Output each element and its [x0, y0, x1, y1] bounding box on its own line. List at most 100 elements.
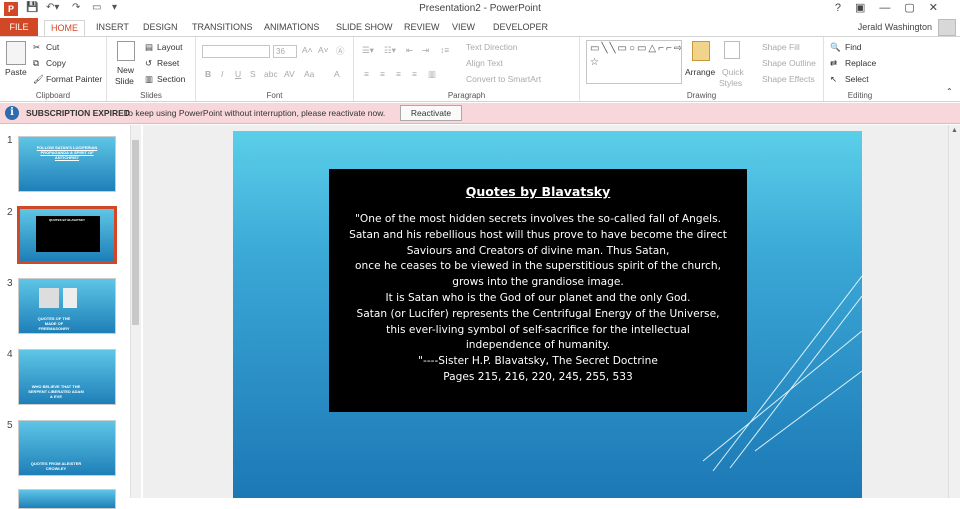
- decrease-indent-icon[interactable]: ⇤: [406, 45, 413, 56]
- text-direction-button[interactable]: Text Direction: [466, 42, 518, 52]
- reactivate-button[interactable]: Reactivate: [400, 105, 462, 121]
- tab-insert[interactable]: INSERT: [96, 20, 129, 37]
- shape-outline-button[interactable]: Shape Outline: [762, 58, 816, 68]
- format-painter-button[interactable]: Format Painter: [46, 74, 102, 84]
- tab-view[interactable]: VIEW: [452, 20, 475, 37]
- slide-thumbnail-2[interactable]: QUOTES BY BLAVATSKY: [17, 206, 117, 264]
- bullets-icon[interactable]: ☰▾: [362, 45, 374, 56]
- thumbnail-text: FOLLOW SATAN'S LUCIFERIAN PROPAGANDA & S…: [36, 145, 98, 160]
- section-button[interactable]: Section: [157, 74, 185, 84]
- slide-canvas[interactable]: Quotes by Blavatsky "One of the most hid…: [233, 131, 862, 498]
- change-case-icon[interactable]: Aa: [304, 69, 314, 79]
- minimize-icon[interactable]: —: [879, 2, 904, 14]
- section-icon[interactable]: ▥: [145, 74, 153, 85]
- align-right-icon[interactable]: ≡: [396, 69, 401, 79]
- quick-styles-icon[interactable]: [724, 41, 740, 59]
- quote-line: It is Satan who is the God of our planet…: [385, 291, 691, 304]
- tab-home[interactable]: HOME: [44, 20, 85, 37]
- thumbnail-scroll-thumb[interactable]: [132, 140, 139, 325]
- thumbnail-number: 3: [7, 278, 13, 289]
- increase-indent-icon[interactable]: ⇥: [422, 45, 429, 56]
- tab-slide-show[interactable]: SLIDE SHOW: [336, 20, 393, 37]
- editor-scrollbar[interactable]: ▲: [948, 125, 960, 498]
- shadow-icon[interactable]: S: [250, 69, 256, 79]
- line-spacing-icon[interactable]: ↕≡: [440, 45, 449, 55]
- tab-design[interactable]: DESIGN: [143, 20, 178, 37]
- shape-fill-button[interactable]: Shape Fill: [762, 42, 800, 52]
- align-left-icon[interactable]: ≡: [364, 69, 369, 79]
- close-icon[interactable]: ✕: [929, 2, 952, 14]
- find-icon[interactable]: 🔍: [830, 42, 841, 53]
- ribbon-tabs: FILE HOME INSERT DESIGN TRANSITIONS ANIM…: [0, 18, 960, 37]
- arrange-button[interactable]: Arrange: [685, 67, 715, 77]
- avatar[interactable]: [938, 19, 956, 36]
- thumbnail-number: 5: [7, 420, 13, 431]
- arrange-icon[interactable]: [692, 41, 710, 61]
- thumbnail-text: QUOTES BY BLAVATSKY: [48, 218, 86, 222]
- user-name[interactable]: Jerald Washington: [858, 22, 932, 32]
- maximize-icon[interactable]: ▢: [904, 2, 928, 14]
- shape-effects-button[interactable]: Shape Effects: [762, 74, 815, 84]
- cut-button[interactable]: Cut: [46, 42, 59, 52]
- font-color-icon[interactable]: A: [334, 69, 340, 79]
- clear-formatting-icon[interactable]: Ⓐ: [336, 45, 345, 57]
- replace-button[interactable]: Replace: [845, 58, 876, 68]
- layout-button[interactable]: Layout: [157, 42, 183, 52]
- justify-icon[interactable]: ≡: [412, 69, 417, 79]
- window-controls[interactable]: ?▣—▢✕: [835, 1, 952, 14]
- quote-line: once he ceases to be viewed in the super…: [355, 260, 721, 273]
- select-icon[interactable]: ↖: [830, 74, 837, 85]
- slide-thumbnail-4[interactable]: WHO BELIEVE THAT THE SERPENT LIBERATED A…: [18, 349, 116, 405]
- quick-styles-label-2[interactable]: Styles: [719, 78, 742, 88]
- font-size-input[interactable]: 36: [273, 45, 297, 58]
- new-slide-label-2[interactable]: Slide: [115, 76, 134, 86]
- find-button[interactable]: Find: [845, 42, 862, 52]
- decrease-font-icon[interactable]: A˅: [318, 45, 329, 55]
- shapes-gallery[interactable]: ▭╲╲▭○▭△⌐⌐⇨⇩⌒╲⌒⌒{}☆: [586, 40, 682, 84]
- slide-title[interactable]: Quotes by Blavatsky: [329, 184, 747, 199]
- quote-text-box[interactable]: Quotes by Blavatsky "One of the most hid…: [329, 169, 747, 412]
- new-slide-icon[interactable]: [117, 41, 135, 61]
- reset-icon[interactable]: ↺: [145, 58, 152, 69]
- help-icon[interactable]: ?: [835, 2, 855, 14]
- select-button[interactable]: Select: [845, 74, 869, 84]
- thumbnail-number: 4: [7, 349, 13, 360]
- tab-developer[interactable]: DEVELOPER: [493, 20, 548, 37]
- quick-styles-label-1[interactable]: Quick: [722, 67, 744, 77]
- increase-font-icon[interactable]: A˄: [302, 45, 313, 55]
- quote-body[interactable]: "One of the most hidden secrets involves…: [335, 212, 741, 386]
- layout-icon[interactable]: ▤: [145, 42, 153, 53]
- collapse-ribbon-icon[interactable]: ⌃: [946, 87, 953, 96]
- tab-animations[interactable]: ANIMATIONS: [264, 20, 319, 37]
- copy-icon[interactable]: ⧉: [33, 58, 39, 69]
- bold-icon[interactable]: B: [205, 69, 211, 79]
- strikethrough-icon[interactable]: abc: [264, 69, 278, 79]
- character-spacing-icon[interactable]: AV: [284, 69, 295, 79]
- replace-icon[interactable]: ⇄: [830, 58, 837, 69]
- align-text-button[interactable]: Align Text: [466, 58, 503, 68]
- convert-smartart-button[interactable]: Convert to SmartArt: [466, 74, 541, 84]
- font-name-input[interactable]: [202, 45, 270, 58]
- italic-icon[interactable]: I: [221, 69, 223, 79]
- cut-icon[interactable]: ✂: [33, 42, 40, 53]
- slide-thumbnail-3[interactable]: QUOTES OF THE MADE OF FREEMASONRY: [18, 278, 116, 334]
- slide-thumbnail-6[interactable]: [18, 489, 116, 509]
- columns-icon[interactable]: ▥: [428, 69, 436, 80]
- drawing-label: Drawing: [686, 91, 717, 100]
- paste-button[interactable]: Paste: [5, 67, 27, 77]
- tab-review[interactable]: REVIEW: [404, 20, 440, 37]
- reset-button[interactable]: Reset: [157, 58, 179, 68]
- numbering-icon[interactable]: ☷▾: [384, 45, 396, 56]
- underline-icon[interactable]: U: [235, 69, 241, 79]
- tab-file[interactable]: FILE: [0, 18, 38, 37]
- format-painter-icon[interactable]: 🖌: [33, 74, 44, 85]
- align-center-icon[interactable]: ≡: [380, 69, 385, 79]
- scroll-up-icon[interactable]: ▲: [949, 125, 960, 136]
- slide-thumbnail-1[interactable]: FOLLOW SATAN'S LUCIFERIAN PROPAGANDA & S…: [18, 136, 116, 192]
- ribbon-display-icon[interactable]: ▣: [855, 2, 879, 14]
- new-slide-label-1[interactable]: New: [117, 65, 134, 75]
- copy-button[interactable]: Copy: [46, 58, 66, 68]
- slide-thumbnail-5[interactable]: QUOTES FROM ALEISTER CROWLEY: [18, 420, 116, 476]
- tab-transitions[interactable]: TRANSITIONS: [192, 20, 253, 37]
- paste-icon[interactable]: [6, 41, 26, 65]
